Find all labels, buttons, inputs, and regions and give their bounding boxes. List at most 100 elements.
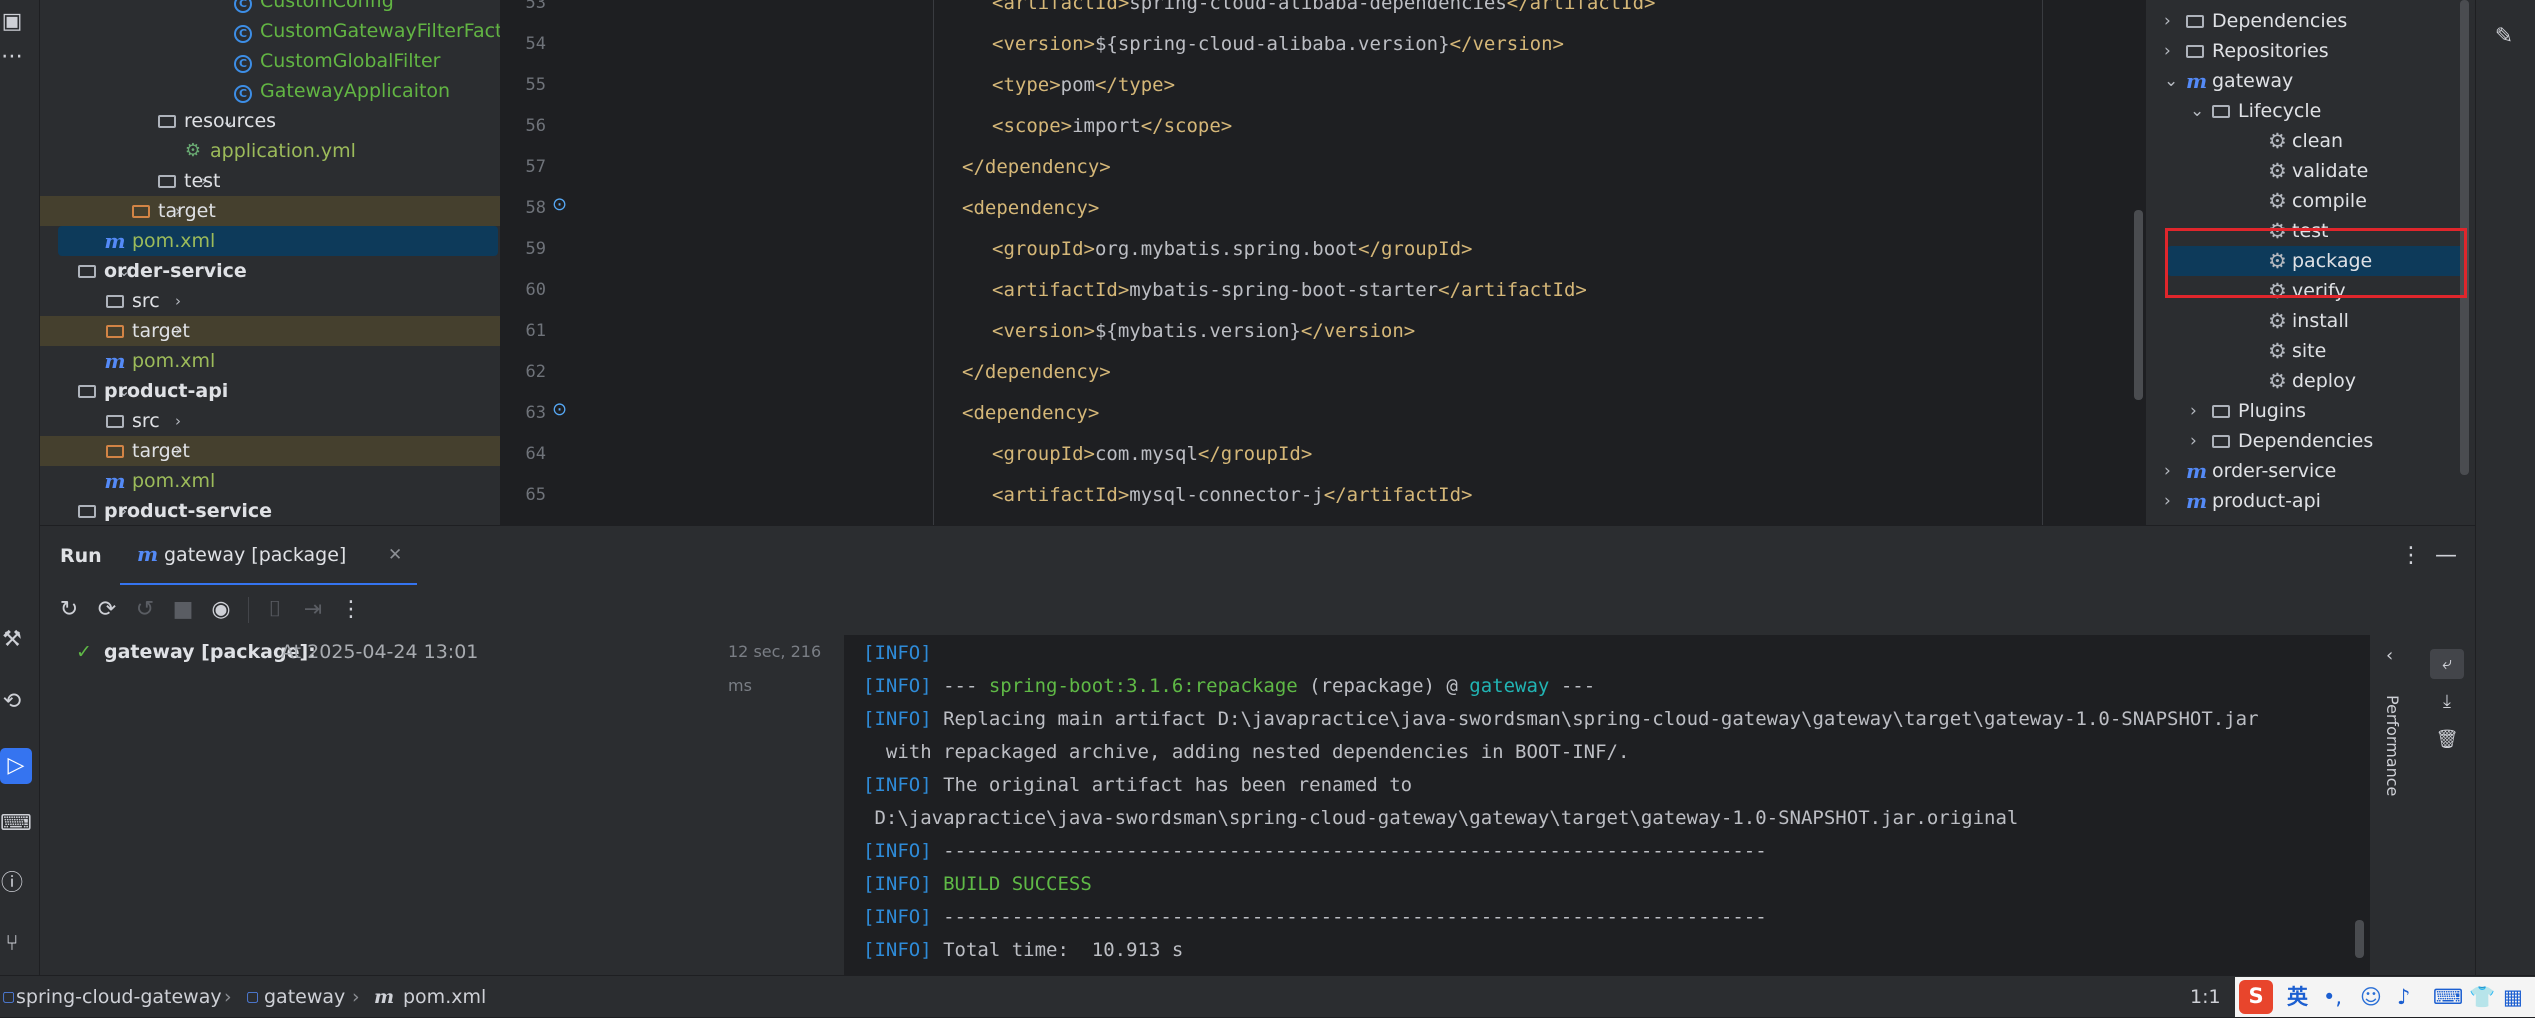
chevron-right-icon[interactable]: › [2164,456,2171,486]
run-title: Run [60,545,102,567]
xml-text: import [1072,115,1141,137]
maven-tree-item-validate[interactable]: ⚙ validate [2146,156,2475,186]
maven-icon: m [2186,69,2208,93]
console-text: D:\javapractice\java-swordsman\spring-cl… [863,807,2019,829]
tree-item[interactable]: ⌄ order-service [40,256,500,286]
breadcrumb-module[interactable]: gateway [264,976,345,1018]
run-tree-item[interactable]: ✓ gateway [package]: At 2025-04-24 13:01… [40,635,845,695]
code-editor[interactable]: 535455565758⊙5960616263⊙6465666768 <arti… [500,0,2145,525]
tree-item-label: pom.xml [132,350,216,372]
tree-item[interactable]: › target [40,316,500,346]
rerun-failed-icon[interactable]: ⟳ [92,595,122,625]
breadcrumb-project[interactable]: spring-cloud-gateway [16,976,222,1018]
rerun-icon[interactable]: ↻ [54,595,84,625]
more-options-icon[interactable]: ⋮ [2400,526,2422,586]
dependency-gutter-icon[interactable]: ⊙ [552,194,567,215]
maven-tree-item-compile[interactable]: ⚙ compile [2146,186,2475,216]
chevron-right-icon[interactable]: › [2190,426,2197,456]
tree-item-label: CustomGatewayFilterFacto [260,20,500,42]
code-line: </dependency> [962,352,1111,393]
tree-item[interactable]: › target [40,436,500,466]
toolbox-icon[interactable]: ▦ [2503,981,2523,1013]
chevron-right-icon[interactable]: › [2190,396,2197,426]
scroll-to-end-icon[interactable]: ⤓ [2430,687,2464,717]
maven-tree-item-gateway[interactable]: ⌄ m gateway [2146,66,2475,96]
editor-gutter: 535455565758⊙5960616263⊙6465666768 [500,0,600,525]
show-icon[interactable]: ◉ [206,595,236,625]
chevron-right-icon[interactable]: › [2164,36,2171,66]
punctuation-icon[interactable]: •, [2323,981,2342,1013]
tree-item[interactable]: ⚙ application.yml [40,136,500,166]
caret-position[interactable]: 1:1 [2190,976,2221,1018]
editor-scrollbar[interactable] [2134,210,2143,400]
services-icon[interactable]: ⟲ [0,690,24,714]
tree-item-label: src [132,290,160,312]
project-tool-icon[interactable]: ▣ [0,10,24,34]
soft-wrap-icon[interactable]: ⤶ [2430,649,2464,679]
emoji-icon[interactable]: ☺ [2360,981,2382,1013]
terminal-icon[interactable]: ⌨ [0,812,32,836]
sogou-logo-icon[interactable]: S [2239,980,2273,1014]
clear-all-icon[interactable]: 🗑 [2430,725,2464,755]
keyboard-icon[interactable]: ⌨ [2433,981,2463,1013]
xml-tag: </scope> [1140,115,1233,137]
console-line: with repackaged archive, adding nested d… [863,736,1630,769]
maven-tree-item-dependencies[interactable]: › Dependencies [2146,6,2475,36]
console-scrollbar[interactable] [2355,920,2364,958]
tree-item[interactable]: C GatewayApplicaiton [40,76,500,106]
tree-item[interactable]: m pom.xml [58,226,498,256]
close-tab-icon[interactable]: ✕ [388,526,402,584]
tree-item[interactable]: ⌄ product-api [40,376,500,406]
dependency-gutter-icon[interactable]: ⊙ [552,399,567,420]
tree-item[interactable]: m pom.xml [40,346,500,376]
chevron-right-icon[interactable]: › [2164,486,2171,516]
maven-tree-item-plugins[interactable]: › Plugins [2146,396,2475,426]
performance-label[interactable]: Performance [2383,695,2402,796]
chevron-down-icon[interactable]: ⌄ [2164,66,2178,96]
problems-icon[interactable]: ⓘ [0,872,24,896]
tree-item[interactable]: C CustomGatewayFilterFacto [40,16,500,46]
ai-assistant-icon[interactable]: ✎ [2492,25,2516,49]
microphone-icon[interactable]: ♪ [2397,981,2410,1013]
tree-item[interactable]: › product-service [40,496,500,525]
maven-tree-item-dependencies[interactable]: › Dependencies [2146,426,2475,456]
git-icon[interactable]: ⑂ [0,932,24,956]
tree-item[interactable]: C CustomGlobalFilter [40,46,500,76]
maven-tree-item-deploy[interactable]: ⚙ deploy [2146,366,2475,396]
xml-tag: <type> [992,74,1061,96]
tree-item[interactable]: › src [40,406,500,436]
tree-item[interactable]: m pom.xml [40,466,500,496]
tree-item[interactable]: › src [40,286,500,316]
collapse-chevron-icon[interactable]: ‹ [2386,645,2393,666]
xml-tag: <version> [992,320,1095,342]
tree-item[interactable]: › target [40,196,500,226]
more-tools-icon[interactable]: ⋯ [0,45,24,69]
maven-tree-item-install[interactable]: ⚙ install [2146,306,2475,336]
tree-item[interactable]: › test [40,166,500,196]
maven-tree-item-clean[interactable]: ⚙ clean [2146,126,2475,156]
maven-tree-item-repositories[interactable]: › Repositories [2146,36,2475,66]
console-text: gateway [1469,675,1550,697]
more-icon[interactable]: ⋮ [336,595,366,625]
run-tool-icon[interactable]: ▷ [0,748,32,784]
console-output[interactable]: [INFO] [INFO] --- spring-boot:3.1.6:repac… [845,635,2370,975]
breadcrumb-file[interactable]: pom.xml [403,976,486,1018]
maven-tree-item-product-api[interactable]: › m product-api [2146,486,2475,516]
chevron-down-icon[interactable]: ⌄ [2190,96,2204,126]
tree-item[interactable]: ⌄ resources [40,106,500,136]
tree-item[interactable]: C CustomConfig [40,0,500,16]
chevron-right-icon[interactable]: › [2164,6,2171,36]
chevron-right-icon[interactable]: › [168,406,188,436]
skin-icon[interactable]: 👕 [2469,981,2495,1013]
minimize-icon[interactable]: — [2435,526,2457,586]
build-hammer-icon[interactable]: ⚒ [0,628,24,652]
chevron-right-icon[interactable]: › [168,286,188,316]
maven-tree-item-site[interactable]: ⚙ site [2146,336,2475,366]
ime-language[interactable]: 英 [2287,981,2308,1013]
code-area[interactable]: <artifactId>spring-cloud-alibaba-depende… [600,0,2130,525]
maven-tree-item-lifecycle[interactable]: ⌄ Lifecycle [2146,96,2475,126]
tab-gateway-package[interactable]: m gateway [package] ✕ [120,526,417,586]
folder-shape-icon [158,175,176,188]
maven-item-label: clean [2292,130,2344,152]
maven-tree-item-order-service[interactable]: › m order-service [2146,456,2475,486]
